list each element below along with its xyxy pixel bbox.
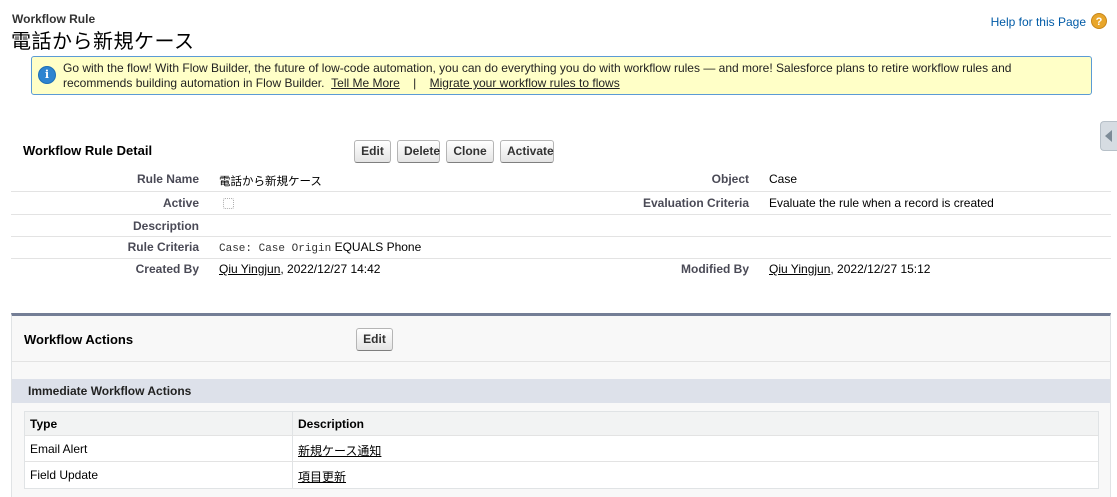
column-header-type: Type xyxy=(30,417,58,431)
immediate-actions-header: Immediate Workflow Actions xyxy=(12,379,1110,403)
flow-migration-banner: i Go with the flow! With Flow Builder, t… xyxy=(31,56,1092,95)
rule-criteria-condition: EQUALS Phone xyxy=(334,240,422,254)
workflow-actions-title: Workflow Actions xyxy=(24,332,134,347)
edit-button[interactable]: Edit xyxy=(354,140,391,163)
modified-by-user-link[interactable]: Qiu Yingjun xyxy=(769,262,830,276)
help-link[interactable]: Help for this Page xyxy=(991,15,1086,29)
detail-section-title: Workflow Rule Detail xyxy=(23,143,153,158)
modified-by-value: Qiu Yingjun, 2022/12/27 15:12 xyxy=(769,262,930,276)
action-type: Field Update xyxy=(30,468,99,482)
rule-criteria-value: Case: Case Origin EQUALS Phone xyxy=(219,240,421,255)
tell-me-more-link[interactable]: Tell Me More xyxy=(331,76,400,90)
modified-by-date: , 2022/12/27 15:12 xyxy=(830,262,931,276)
detail-row-active: Active Evaluation Criteria Evaluate the … xyxy=(11,193,1111,215)
sidebar-toggle[interactable] xyxy=(1100,121,1117,151)
field-update-link[interactable]: 項目更新 xyxy=(298,470,346,484)
table-row: Email Alert 新規ケース通知 xyxy=(25,436,1098,462)
column-divider xyxy=(292,462,293,488)
created-by-date: , 2022/12/27 14:42 xyxy=(280,262,381,276)
question-icon[interactable]: ? xyxy=(1091,13,1107,29)
detail-row-rule-criteria: Rule Criteria Case: Case Origin EQUALS P… xyxy=(11,237,1111,259)
detail-row-created-by: Created By Qiu Yingjun, 2022/12/27 14:42… xyxy=(11,259,1111,281)
activate-button[interactable]: Activate xyxy=(500,140,554,163)
detail-row-rule-name: Rule Name 電話から新規ケース Object Case xyxy=(11,170,1111,192)
banner-separator: | xyxy=(413,76,417,90)
email-alert-link[interactable]: 新規ケース通知 xyxy=(298,444,381,458)
action-description: 項目更新 xyxy=(298,468,346,485)
info-icon: i xyxy=(38,66,56,84)
action-type: Email Alert xyxy=(30,442,88,456)
action-description: 新規ケース通知 xyxy=(298,442,381,459)
rule-criteria-field: Case: Case Origin xyxy=(219,243,332,255)
page-type-label: Workflow Rule xyxy=(12,12,96,26)
banner-message: Go with the flow! With Flow Builder, the… xyxy=(63,61,1063,91)
modified-by-label: Modified By xyxy=(681,262,749,276)
column-header-description: Description xyxy=(298,417,365,431)
chevron-left-icon xyxy=(1105,130,1112,142)
active-label: Active xyxy=(162,196,199,210)
immediate-actions-title: Immediate Workflow Actions xyxy=(28,384,192,398)
page-title: 電話から新規ケース xyxy=(11,29,195,53)
created-by-label: Created By xyxy=(135,262,199,276)
created-by-value: Qiu Yingjun, 2022/12/27 14:42 xyxy=(219,262,380,276)
table-header-row: Type Description xyxy=(25,412,1098,436)
divider xyxy=(12,361,1110,362)
evaluation-criteria-value: Evaluate the rule when a record is creat… xyxy=(769,196,994,210)
clone-button[interactable]: Clone xyxy=(446,140,494,163)
description-label: Description xyxy=(132,219,199,233)
column-divider xyxy=(292,436,293,461)
detail-row-description: Description xyxy=(11,215,1111,237)
active-checkbox-wrap xyxy=(223,194,234,212)
migrate-rules-link[interactable]: Migrate your workflow rules to flows xyxy=(430,76,620,90)
column-divider xyxy=(292,412,293,435)
rule-name-value: 電話から新規ケース xyxy=(219,174,322,188)
active-checkbox xyxy=(223,198,234,209)
delete-button[interactable]: Delete xyxy=(397,140,440,163)
immediate-actions-table: Type Description Email Alert 新規ケース通知 Fie… xyxy=(24,411,1099,489)
rule-name-label: Rule Name xyxy=(136,172,199,186)
created-by-user-link[interactable]: Qiu Yingjun xyxy=(219,262,280,276)
object-value: Case xyxy=(769,172,798,186)
evaluation-criteria-label: Evaluation Criteria xyxy=(642,196,749,210)
workflow-actions-section: Workflow Actions Edit Immediate Workflow… xyxy=(11,313,1111,497)
rule-criteria-label: Rule Criteria xyxy=(127,240,199,254)
table-row: Field Update 項目更新 xyxy=(25,462,1098,488)
actions-edit-button[interactable]: Edit xyxy=(356,328,393,351)
object-label: Object xyxy=(711,172,749,186)
